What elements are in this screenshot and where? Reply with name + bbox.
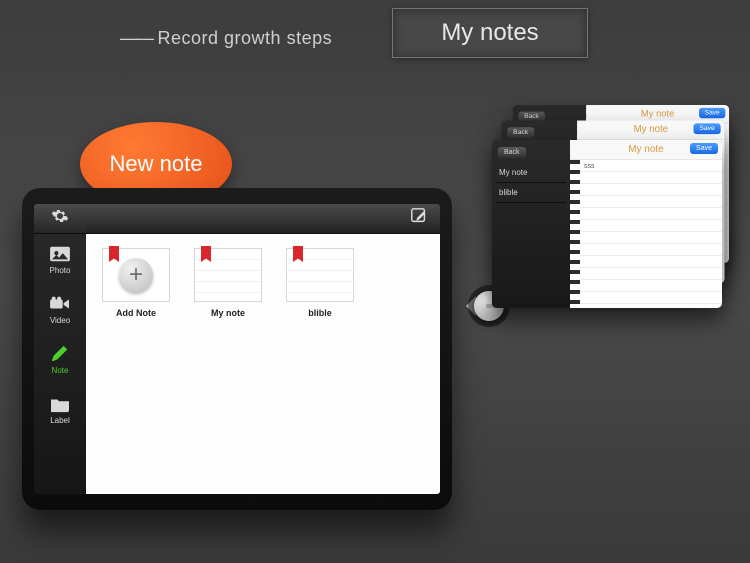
detail-titlebar: 15-01-31 14:33 My note Save (570, 140, 722, 160)
note-card[interactable]: blible (286, 248, 354, 318)
note-thumb (194, 248, 262, 302)
add-note-thumb: + (102, 248, 170, 302)
compose-icon[interactable] (408, 207, 430, 230)
pencil-icon (47, 344, 73, 364)
detail-page: 15-01-31 14:33 My note Save sss (570, 140, 722, 308)
detail-title: My note (628, 144, 664, 155)
detail-titlebar: My note Save (577, 121, 724, 140)
note-label: My note (211, 308, 245, 318)
title-chip-label: My notes (441, 19, 538, 47)
save-button[interactable]: Save (694, 123, 721, 134)
detail-sidebar: Back My note blible (492, 140, 570, 308)
detail-body-text: sss (584, 163, 595, 170)
sidebar: Photo Video Note Label (34, 204, 86, 494)
sidebar-item-photo[interactable]: Photo (34, 234, 86, 284)
gear-icon (49, 207, 71, 230)
save-button[interactable]: Save (690, 143, 718, 154)
note-label: Add Note (116, 308, 156, 318)
sidebar-item-label: Note (52, 366, 69, 375)
video-icon (47, 294, 73, 314)
spiral-binding (570, 140, 580, 308)
sidebar-item-label: Label (50, 416, 70, 425)
tablet-screen: Photo Video Note Label (34, 204, 440, 494)
plus-icon: + (119, 258, 153, 292)
bookmark-icon (293, 246, 303, 262)
note-thumb (286, 248, 354, 302)
note-card[interactable]: My note (194, 248, 262, 318)
detail-body[interactable]: sss (580, 160, 722, 308)
sidebar-item-label: Video (50, 316, 70, 325)
note-label: blible (308, 308, 332, 318)
dash-prefix: —— (120, 28, 152, 48)
back-button[interactable]: Back (498, 147, 526, 158)
callout-new-note-label: New note (110, 151, 203, 177)
content-pane: + Add Note My note blible (86, 204, 440, 494)
arrow-left-icon (456, 296, 476, 316)
sidebar-item-note[interactable]: Note (34, 334, 86, 384)
detail-title: My note (641, 109, 674, 119)
save-button[interactable]: Save (699, 108, 725, 118)
notes-grid: + Add Note My note blible (86, 234, 440, 494)
add-note-card[interactable]: + Add Note (102, 248, 170, 318)
photo-icon (47, 244, 73, 264)
title-chip: My notes (392, 8, 588, 58)
header-tagline: —— Record growth steps (120, 28, 332, 49)
tablet-device: Photo Video Note Label (22, 188, 452, 510)
detail-card-front[interactable]: Back My note blible 15-01-31 14:33 My no… (492, 140, 722, 308)
list-item[interactable]: My note (496, 163, 566, 183)
folder-icon (47, 394, 73, 414)
bookmark-icon (201, 246, 211, 262)
back-button[interactable]: Back (507, 127, 534, 138)
sidebar-item-video[interactable]: Video (34, 284, 86, 334)
content-toolbar (86, 204, 440, 234)
tagline-text: Record growth steps (158, 28, 333, 48)
sidebar-item-label[interactable]: Label (34, 384, 86, 434)
list-item[interactable]: blible (496, 183, 566, 203)
detail-stack: Back 15-01-31 14:33 My note Save Back bl… (492, 100, 736, 314)
bookmark-icon (109, 246, 119, 262)
detail-title: My note (634, 124, 669, 135)
settings-button[interactable] (34, 204, 86, 234)
sidebar-item-label: Photo (50, 266, 71, 275)
